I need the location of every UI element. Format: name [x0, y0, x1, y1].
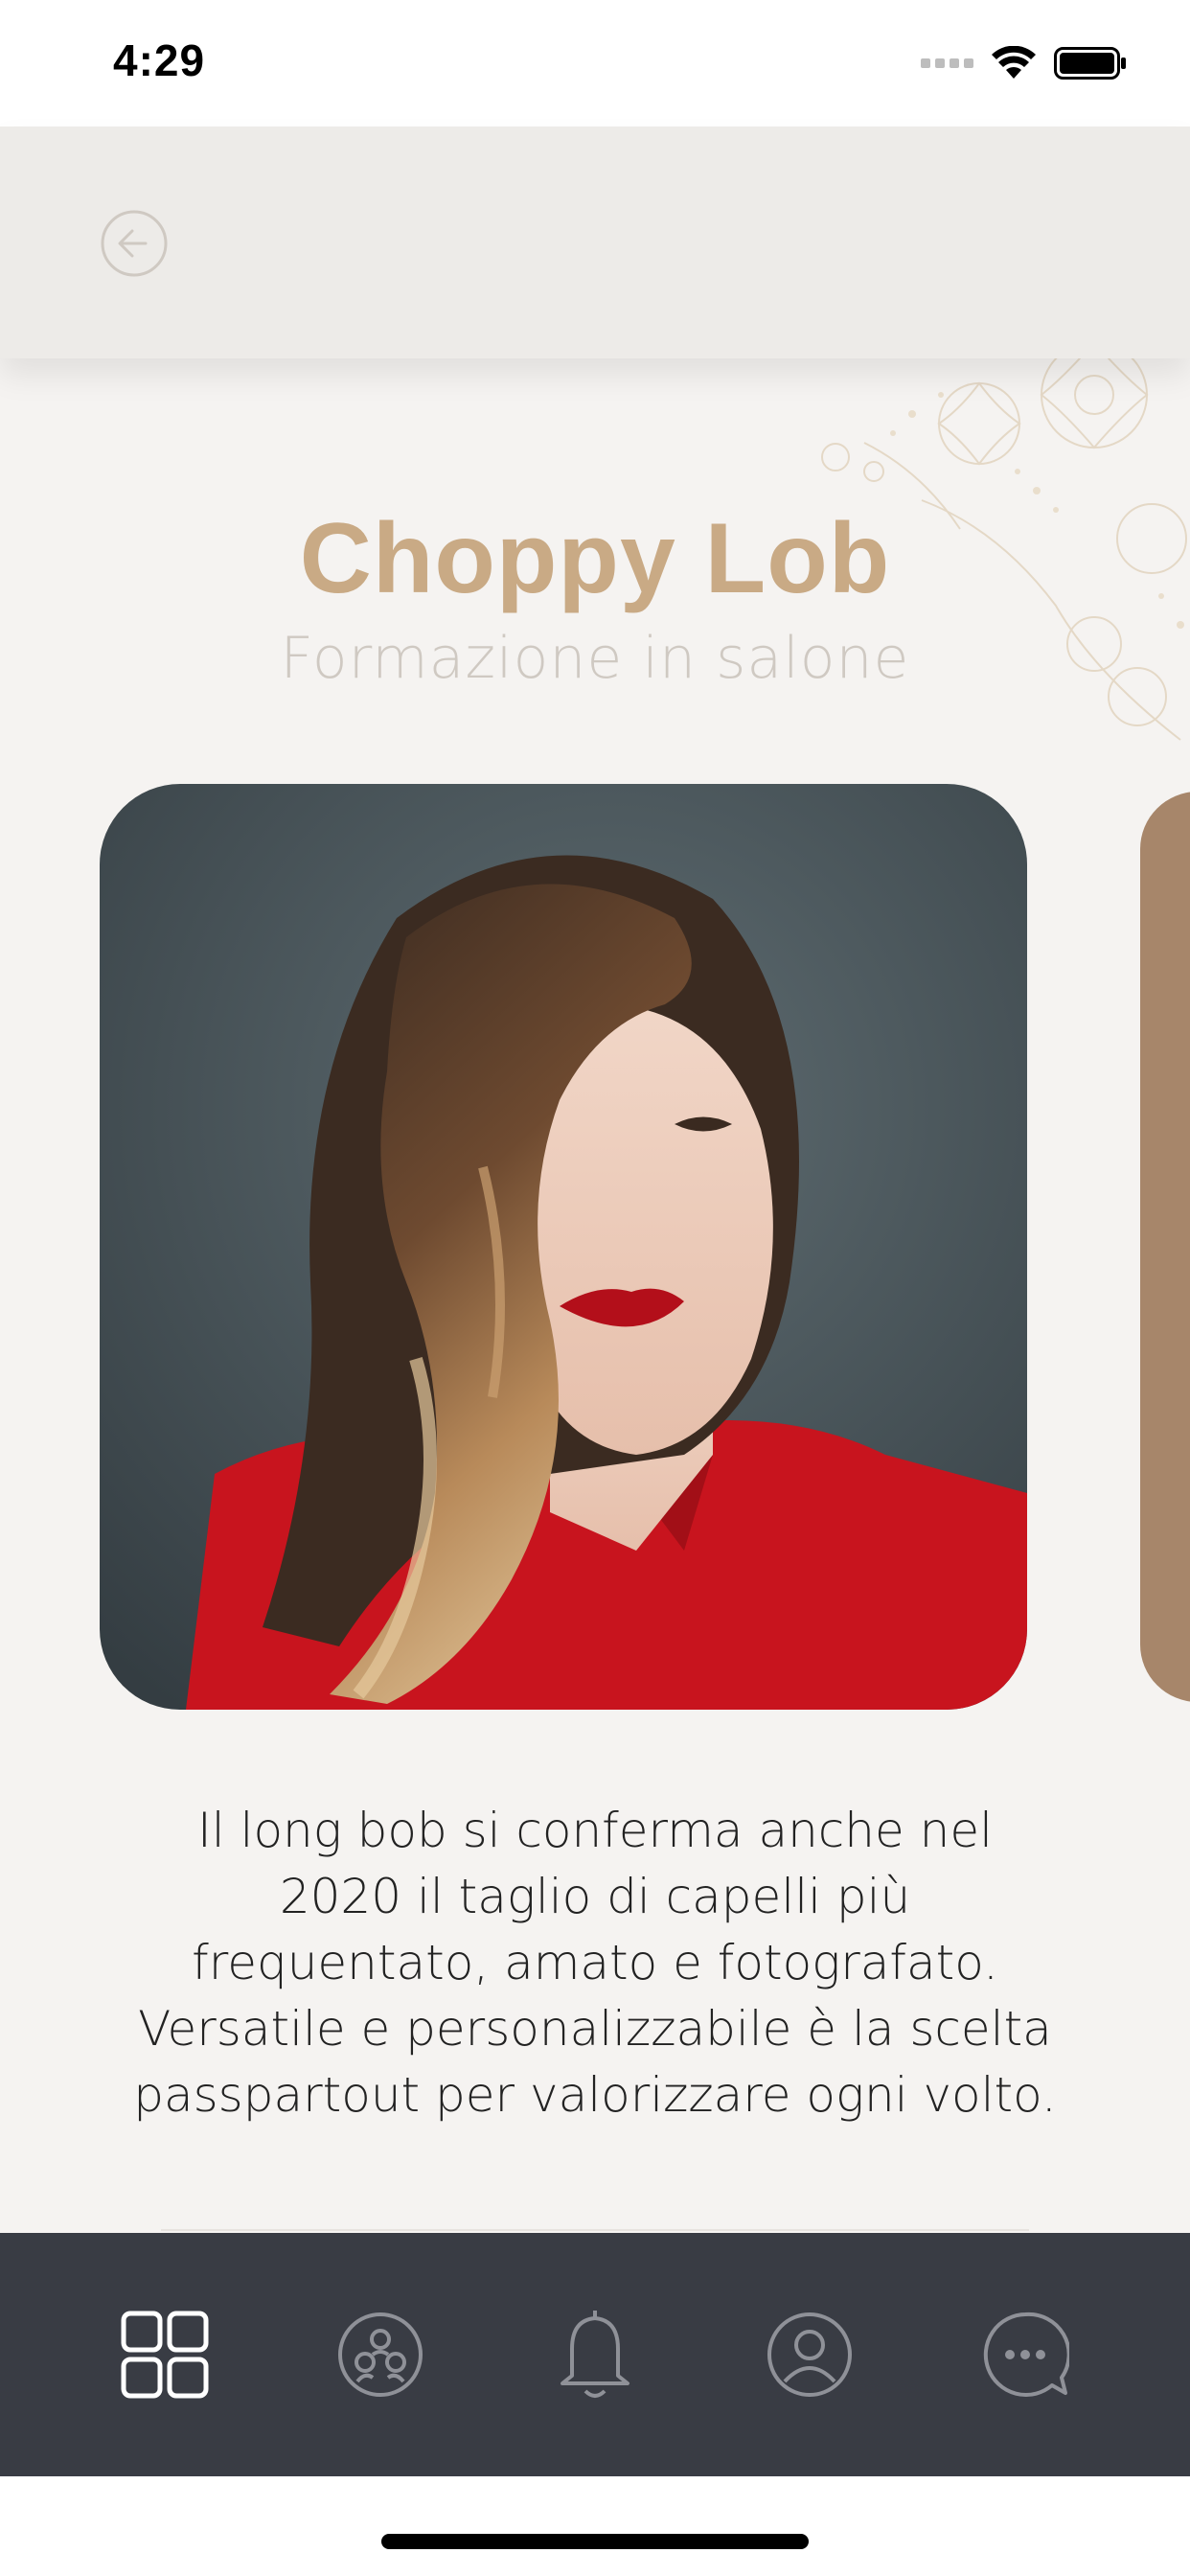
home-indicator[interactable]	[381, 2534, 809, 2549]
back-button[interactable]	[100, 209, 169, 278]
description-line: 2020 il taglio di capelli più	[279, 1869, 911, 1924]
tab-grid[interactable]	[117, 2307, 213, 2403]
portrait-image	[100, 784, 1027, 1710]
community-icon	[337, 2312, 423, 2397]
page-title: Choppy Lob	[299, 503, 891, 614]
hairstyle-photo-next[interactable]	[1140, 792, 1190, 1702]
description-line: frequentato, amato e fotografato.	[192, 1935, 998, 1990]
chat-icon	[983, 2312, 1069, 2397]
divider	[161, 2229, 1029, 2231]
hairstyle-description: Il long bob si conferma anche nel 2020 i…	[96, 1798, 1094, 2128]
page-subtitle: Formazione in salone	[280, 625, 910, 692]
header	[0, 126, 1190, 358]
battery-icon	[1054, 47, 1126, 80]
home-indicator-area	[0, 2476, 1190, 2576]
hairstyle-photo[interactable]	[100, 784, 1027, 1710]
status-bar: 4:29	[0, 0, 1190, 126]
tab-chat[interactable]	[977, 2307, 1073, 2403]
tab-bar	[0, 2233, 1190, 2476]
status-time: 4:29	[113, 35, 206, 85]
tab-profile[interactable]	[762, 2307, 858, 2403]
tab-community[interactable]	[332, 2307, 428, 2403]
bell-icon	[560, 2311, 629, 2398]
signal-icon	[921, 58, 973, 68]
grid-icon	[121, 2311, 209, 2399]
wifi-icon	[992, 46, 1036, 79]
main-content: Choppy Lob Formazione in salone Il long …	[0, 358, 1190, 2233]
description-line: Il long bob si conferma anche nel	[197, 1803, 993, 1858]
description-line: passpartout per valorizzare ogni volto.	[133, 2067, 1057, 2123]
status-icons	[921, 44, 1127, 82]
description-line: Versatile e personalizzabile è la scelta	[138, 2001, 1052, 2057]
profile-icon	[767, 2312, 853, 2397]
back-arrow-circle-icon	[101, 210, 168, 277]
tab-notifications[interactable]	[547, 2307, 643, 2403]
